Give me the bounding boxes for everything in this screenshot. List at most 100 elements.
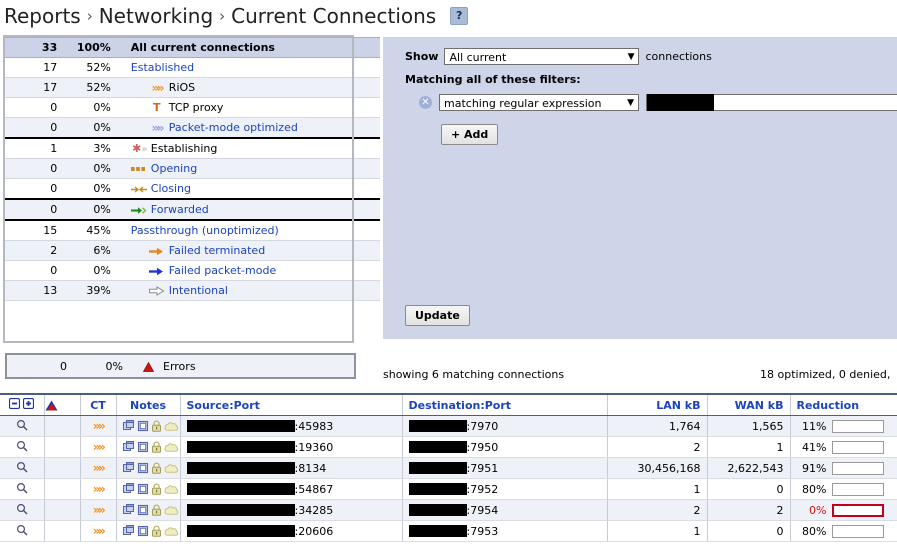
summary-row-label[interactable]: Closing xyxy=(151,182,191,195)
lock-icon[interactable] xyxy=(151,525,162,537)
summary-row[interactable]: 0 0% Opening xyxy=(5,158,380,179)
magnifier-icon[interactable] xyxy=(16,461,28,473)
summary-row-label[interactable]: Passthrough (unoptimized) xyxy=(131,224,279,237)
cloud-icon[interactable] xyxy=(163,483,179,495)
table-row[interactable]: »»:19360:7950 2 1 41% xyxy=(0,436,897,458)
column-header-destination[interactable]: Destination:Port xyxy=(402,393,608,416)
summary-row[interactable]: 2 6% Failed terminated xyxy=(5,240,380,261)
show-select-value: All current xyxy=(449,51,507,64)
connections-table-wrap: CT Notes Source:Port Destination:Port LA… xyxy=(0,393,897,542)
window-icon[interactable] xyxy=(137,525,149,537)
update-button[interactable]: Update xyxy=(405,305,470,326)
windows-icon[interactable] xyxy=(122,420,135,432)
window-icon[interactable] xyxy=(137,420,149,432)
window-icon[interactable] xyxy=(137,483,149,495)
summary-row[interactable]: 0 0% T TCP proxy xyxy=(5,97,380,118)
breadcrumb-item-networking[interactable]: Networking xyxy=(99,4,213,28)
summary-row[interactable]: 0 0% Closing xyxy=(5,178,380,200)
breadcrumb-item-reports[interactable]: Reports xyxy=(4,4,81,28)
cloud-icon[interactable] xyxy=(163,504,179,516)
table-row[interactable]: »»:20606:7953 1 0 80% xyxy=(0,520,897,542)
magnifier-icon[interactable] xyxy=(16,524,28,536)
add-filter-button[interactable]: + Add xyxy=(441,124,499,145)
row-inspect-cell[interactable] xyxy=(0,457,45,479)
lock-icon[interactable] xyxy=(151,441,162,453)
summary-row[interactable]: 17 52% Established xyxy=(5,57,380,78)
window-icon[interactable] xyxy=(137,462,149,474)
remove-filter-icon[interactable]: ✕ xyxy=(419,96,432,109)
filter-type-select[interactable]: matching regular expression ▼ xyxy=(439,94,639,111)
magnifier-icon[interactable] xyxy=(16,482,28,494)
summary-row-label[interactable]: Established xyxy=(131,61,194,74)
row-inspect-cell[interactable] xyxy=(0,478,45,500)
windows-icon[interactable] xyxy=(122,441,135,453)
cloud-icon[interactable] xyxy=(163,525,179,537)
window-icon[interactable] xyxy=(137,504,149,516)
arrow-green-icon xyxy=(130,206,147,215)
column-header-actions[interactable] xyxy=(0,393,45,416)
row-inspect-cell[interactable] xyxy=(0,499,45,521)
summary-row[interactable]: 17 52%»» RiOS xyxy=(5,77,380,98)
redacted-source-ip xyxy=(186,461,295,474)
summary-row[interactable]: 0 0% Forwarded xyxy=(5,198,380,221)
row-reduction-pct: 91% xyxy=(802,461,827,475)
magnifier-icon[interactable] xyxy=(16,440,28,452)
column-header-reduction[interactable]: Reduction xyxy=(790,393,897,416)
summary-row[interactable]: 13 39% Intentional xyxy=(5,280,380,301)
lock-icon[interactable] xyxy=(151,462,162,474)
summary-row-label[interactable]: Intentional xyxy=(169,284,228,297)
row-lan-kb: 1 xyxy=(607,478,708,500)
cloud-icon[interactable] xyxy=(163,462,179,474)
summary-row-label[interactable]: Opening xyxy=(151,162,197,175)
table-row[interactable]: »»:34285:7954 2 2 0% xyxy=(0,499,897,521)
windows-icon[interactable] xyxy=(122,525,135,537)
magnifier-icon[interactable] xyxy=(16,503,28,515)
windows-icon[interactable] xyxy=(122,504,135,516)
summary-row[interactable]: 15 45% Passthrough (unoptimized) xyxy=(5,219,380,241)
row-inspect-cell[interactable] xyxy=(0,436,45,458)
column-header-lan-kb[interactable]: LAN kB xyxy=(607,393,708,416)
summary-row[interactable]: 1 3% ✱» Establishing xyxy=(5,137,380,159)
lock-icon[interactable] xyxy=(151,504,162,516)
show-select[interactable]: All current ▼ xyxy=(444,48,640,65)
row-destination-port: :7951 xyxy=(466,461,499,475)
filter-value-input[interactable] xyxy=(646,94,897,111)
dots-icon xyxy=(130,166,147,173)
errors-label: Errors xyxy=(163,359,196,373)
window-icon[interactable] xyxy=(137,441,149,453)
summary-row[interactable]: 0 0% Failed packet-mode xyxy=(5,260,380,281)
cloud-icon[interactable] xyxy=(163,420,179,432)
summary-row-label[interactable]: Failed terminated xyxy=(169,244,265,257)
lock-icon[interactable] xyxy=(151,420,162,432)
summary-row-label[interactable]: Packet-mode optimized xyxy=(169,121,298,134)
column-header-alert[interactable] xyxy=(44,393,81,416)
row-inspect-cell[interactable] xyxy=(0,415,45,437)
summary-row-count: 0 xyxy=(5,97,66,118)
help-icon[interactable]: ? xyxy=(450,7,469,25)
row-alert-cell xyxy=(44,520,81,542)
magnifier-icon[interactable] xyxy=(16,419,28,431)
show-suffix-label: connections xyxy=(645,50,712,63)
summary-row-label[interactable]: Failed packet-mode xyxy=(169,264,276,277)
row-lan-kb: 2 xyxy=(607,499,708,521)
cloud-icon[interactable] xyxy=(163,441,179,453)
filter-type-value: matching regular expression xyxy=(444,97,602,110)
redacted-source-ip xyxy=(186,524,295,537)
column-header-notes[interactable]: Notes xyxy=(116,393,181,416)
summary-row[interactable]: 0 0% »» Packet-mode optimized xyxy=(5,117,380,139)
connections-header-row: CT Notes Source:Port Destination:Port LA… xyxy=(0,393,897,416)
windows-icon[interactable] xyxy=(122,462,135,474)
row-inspect-cell[interactable] xyxy=(0,520,45,542)
column-header-wan-kb[interactable]: WAN kB xyxy=(707,393,791,416)
expand-collapse-icon[interactable] xyxy=(9,398,35,409)
lock-icon[interactable] xyxy=(151,483,162,495)
column-header-source[interactable]: Source:Port xyxy=(180,393,403,416)
table-row[interactable]: »»:45983:7970 1,764 1,565 11% xyxy=(0,415,897,437)
table-row[interactable]: »»:8134:7951 30,456,168 2,622,543 91% xyxy=(0,457,897,479)
row-lan-kb: 30,456,168 xyxy=(607,457,708,479)
windows-icon[interactable] xyxy=(122,483,135,495)
table-row[interactable]: »»:54867:7952 1 0 80% xyxy=(0,478,897,500)
column-header-ct[interactable]: CT xyxy=(80,393,117,416)
summary-row-label[interactable]: Forwarded xyxy=(151,203,209,216)
summary-row-pct: 0% xyxy=(65,198,121,221)
